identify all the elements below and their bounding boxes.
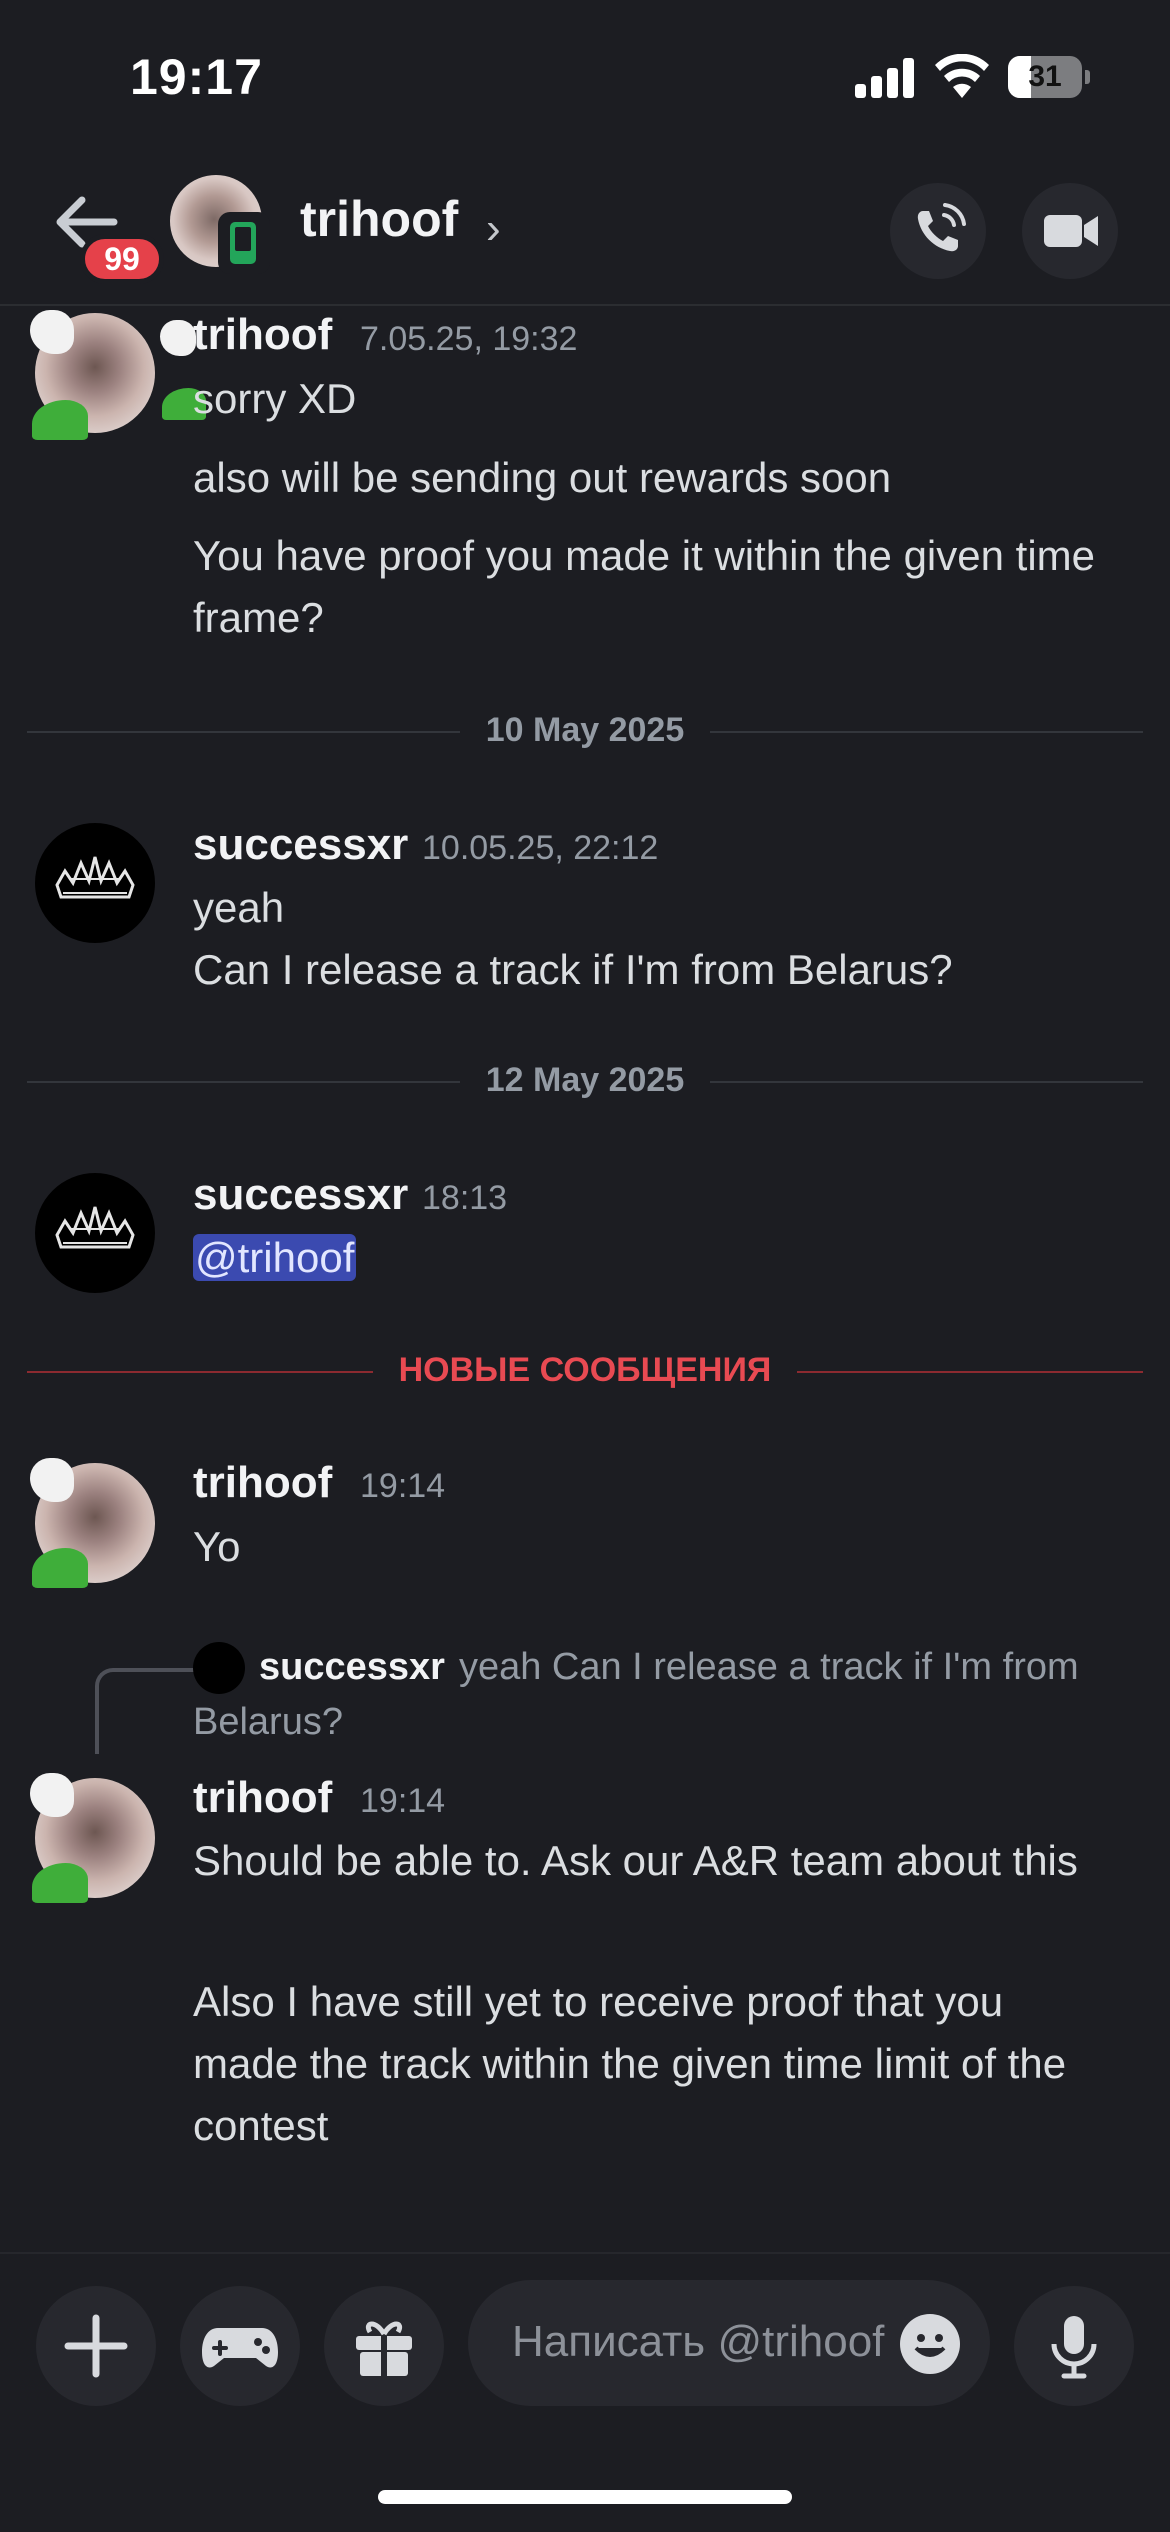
chevron-right-icon[interactable]: › (486, 204, 501, 254)
avatar-decoration-icon (32, 400, 88, 440)
avatar-decoration-icon (160, 320, 196, 356)
message-input[interactable]: Написать @trihoof (468, 2280, 990, 2406)
gift-icon (356, 2321, 412, 2376)
unread-badge: 99 (80, 234, 164, 284)
message-author[interactable]: successxr (193, 820, 408, 870)
reply-connector (95, 1668, 195, 1754)
battery-icon: 31 (1008, 56, 1090, 98)
mobile-phone-icon (218, 212, 270, 274)
new-messages-divider: НОВЫЕ СООБЩЕНИЯ (27, 1351, 1143, 1389)
date-divider-label: 12 May 2025 (459, 1061, 711, 1099)
gift-button[interactable] (324, 2286, 444, 2406)
date-divider: 12 May 2025 (27, 1061, 1143, 1099)
plus-icon (64, 2314, 128, 2378)
message-text: Can I release a track if I'm from Belaru… (193, 946, 953, 993)
message-author[interactable]: successxr (193, 1170, 408, 1220)
avatar[interactable] (35, 1173, 155, 1293)
gamepad-icon (202, 2328, 278, 2368)
avatar[interactable] (35, 823, 155, 943)
message-text: You have proof you made it within the gi… (193, 532, 1095, 641)
message-timestamp: 19:14 (360, 1782, 446, 1820)
emoji-icon (914, 2334, 946, 2357)
cellular-signal-icon (855, 58, 915, 98)
avatar-decoration-icon (30, 1458, 74, 1502)
wifi-icon (935, 54, 989, 98)
voice-message-button[interactable] (1014, 2286, 1134, 2406)
reply-author: successxr (259, 1646, 445, 1688)
avatar-logo-icon (55, 856, 135, 899)
date-divider-label: 10 May 2025 (459, 711, 711, 749)
date-divider: 10 May 2025 (27, 711, 1143, 749)
microphone-icon (1051, 2316, 1097, 2379)
activities-button[interactable] (180, 2286, 300, 2406)
message-timestamp: 7.05.25, 19:32 (360, 320, 578, 358)
chat-header: 99 trihoof › (0, 150, 1170, 420)
home-indicator[interactable] (378, 2490, 792, 2504)
emoji-button[interactable] (900, 2314, 960, 2374)
avatar-decoration-icon (30, 1773, 74, 1817)
header-username[interactable]: trihoof (300, 190, 458, 248)
avatar-logo-icon (55, 1206, 135, 1249)
avatar-decoration-icon (32, 1548, 88, 1588)
new-messages-label: НОВЫЕ СООБЩЕНИЯ (372, 1351, 798, 1389)
message-text: Should be able to. Ask our A&R team abou… (193, 1837, 1078, 1884)
avatar-decoration-icon (32, 1863, 88, 1903)
voice-call-button[interactable] (890, 183, 986, 279)
status-bar: 19:17 31 (0, 0, 1170, 150)
status-time: 19:17 (130, 49, 263, 105)
message-input-placeholder: Написать @trihoof (512, 2317, 885, 2366)
message-text: Yo (193, 1523, 241, 1570)
message-timestamp: 10.05.25, 22:12 (422, 829, 659, 867)
message-timestamp: 19:14 (360, 1467, 446, 1505)
avatar-decoration-icon (30, 310, 74, 354)
message-author[interactable]: trihoof (193, 310, 332, 360)
message-text: also will be sending out rewards soon (193, 454, 892, 501)
message-author[interactable]: trihoof (193, 1773, 332, 1823)
message-text: sorry XD (193, 375, 357, 422)
user-mention[interactable]: @trihoof (193, 1234, 357, 1281)
attach-button[interactable] (36, 2286, 156, 2406)
video-camera-icon (1044, 215, 1098, 247)
message-author[interactable]: trihoof (193, 1458, 332, 1508)
battery-level: 31 (1028, 60, 1062, 93)
message-text: yeah (193, 884, 285, 931)
message-text-container: @trihoof (193, 1227, 1170, 1289)
message-timestamp: 18:13 (422, 1179, 508, 1217)
message-text: Also I have still yet to receive proof t… (193, 1978, 1067, 2149)
phone-call-icon (917, 203, 966, 252)
reply-preview[interactable]: successxr yeah Can I release a track if I… (193, 1640, 1113, 1750)
video-call-button[interactable] (1022, 183, 1118, 279)
